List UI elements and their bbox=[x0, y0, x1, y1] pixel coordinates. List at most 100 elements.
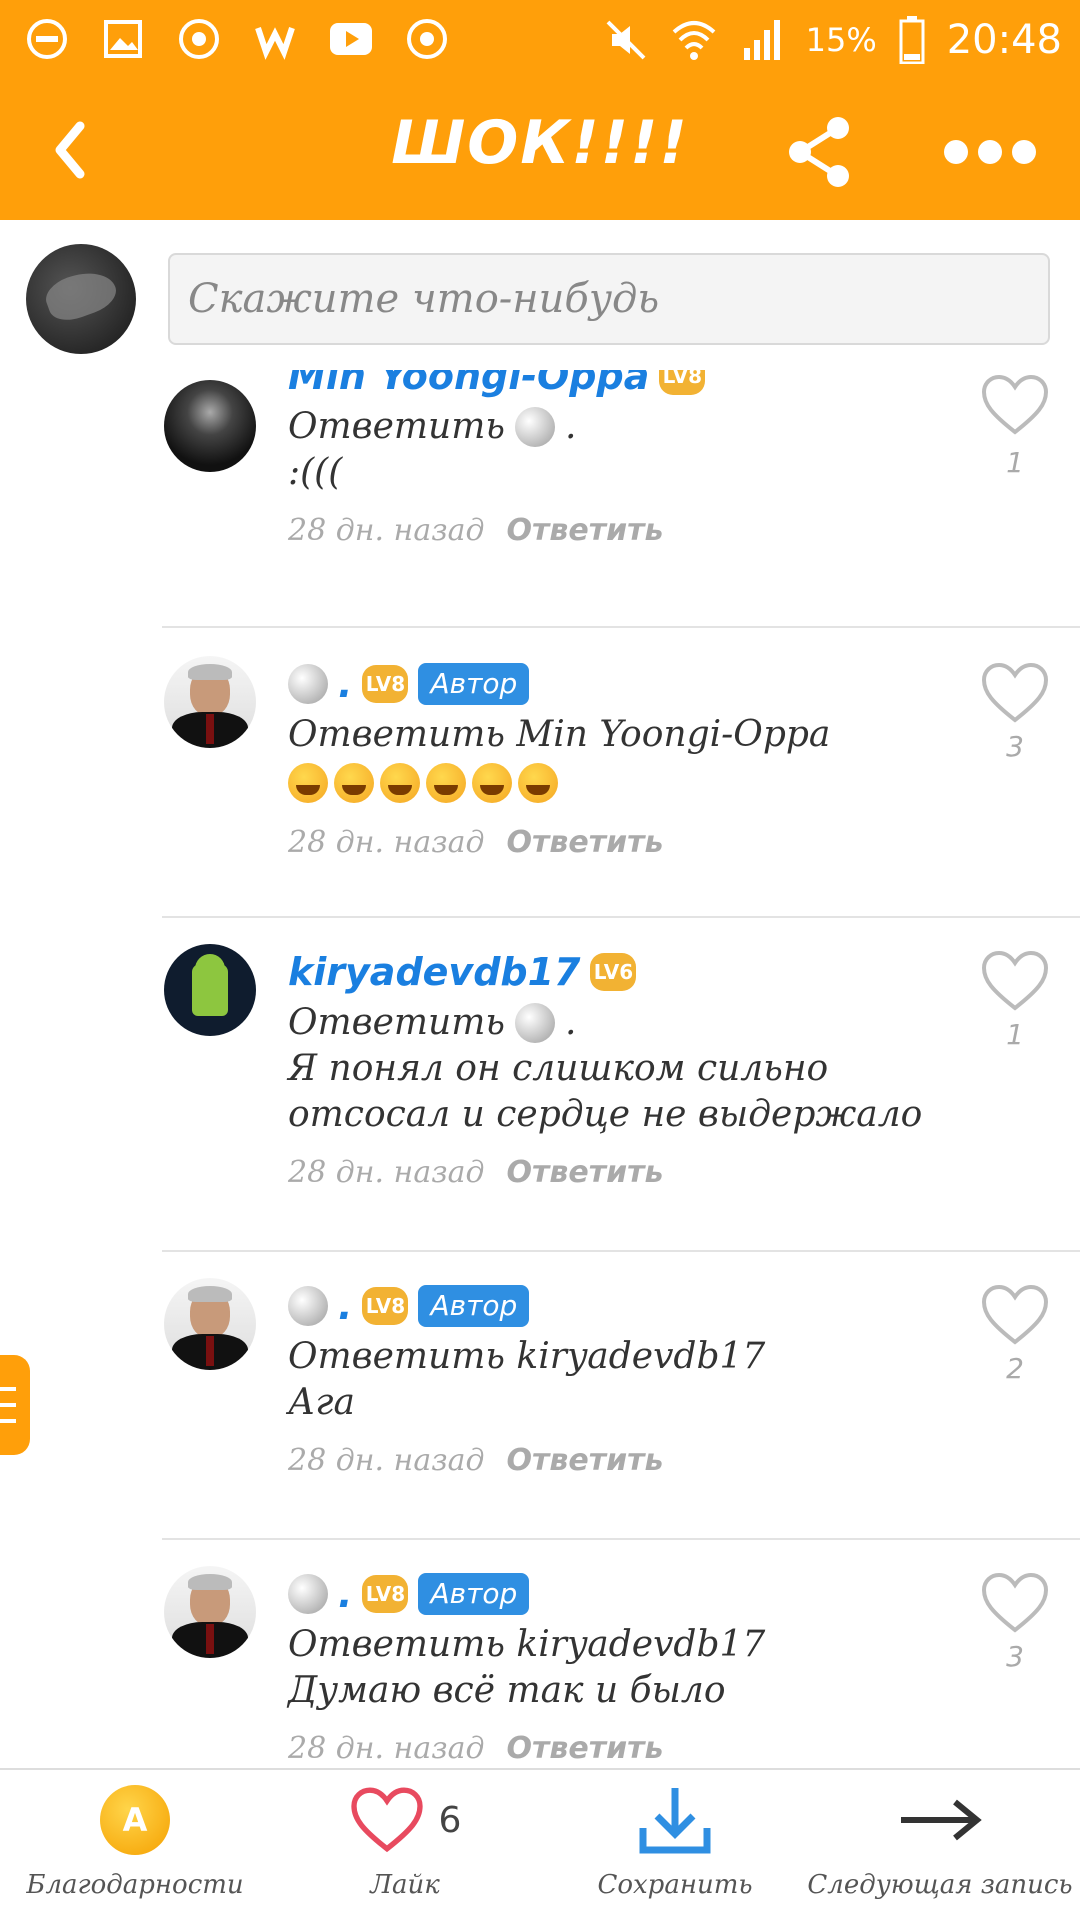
my-avatar[interactable] bbox=[26, 244, 136, 354]
bottom-action-bar: A Благодарности 6 Лайк Сохранить Следующ… bbox=[0, 1768, 1080, 1922]
heart-icon[interactable] bbox=[980, 662, 1050, 724]
thanks-button[interactable]: A Благодарности bbox=[26, 1770, 244, 1922]
level-badge: LV8 bbox=[362, 1287, 409, 1325]
author-badge: Автор bbox=[418, 1285, 530, 1327]
crying-emoji-icon bbox=[334, 763, 374, 803]
crying-emoji-icon bbox=[472, 763, 512, 803]
side-drawer-handle[interactable] bbox=[0, 1355, 30, 1455]
coin-icon: A bbox=[100, 1785, 170, 1855]
like-count: 2 bbox=[1006, 1352, 1024, 1385]
reply-button[interactable]: Ответить bbox=[506, 513, 663, 548]
comment-text: Думаю всё так и было bbox=[288, 1670, 726, 1711]
reply-prefix: Ответить bbox=[288, 1002, 505, 1043]
divider bbox=[162, 1538, 1080, 1540]
youtube-icon bbox=[326, 14, 376, 64]
comment-time: 28 дн. назад bbox=[288, 1731, 485, 1766]
crying-emoji-icon bbox=[380, 763, 420, 803]
page-title: ШОК!!!! bbox=[391, 108, 689, 178]
status-bar: 15% 20:48 bbox=[0, 0, 1080, 80]
battery-percent: 15% bbox=[805, 21, 877, 59]
level-badge: LV8 bbox=[659, 370, 706, 395]
wifi-icon bbox=[672, 21, 715, 60]
battery-icon bbox=[899, 16, 925, 64]
comment-text: Ответить kiryadevdb17 bbox=[288, 1336, 766, 1377]
chrome-icon bbox=[174, 14, 224, 64]
download-icon bbox=[639, 1788, 711, 1854]
comment-time: 28 дн. назад bbox=[288, 513, 485, 548]
w-app-icon bbox=[250, 14, 300, 64]
thanks-label: Благодарности bbox=[26, 1870, 244, 1900]
clock: 20:48 bbox=[946, 17, 1062, 63]
moon-emoji-icon bbox=[288, 1574, 328, 1614]
comment-text: отсосал и сердце не выдержало bbox=[288, 1094, 923, 1135]
save-label: Сохранить bbox=[597, 1870, 753, 1900]
comment-time: 28 дн. назад bbox=[288, 1443, 485, 1478]
comment-time: 28 дн. назад bbox=[288, 825, 485, 860]
reply-button[interactable]: Ответить bbox=[506, 1731, 663, 1766]
heart-icon[interactable] bbox=[980, 374, 1050, 436]
level-badge: LV6 bbox=[590, 953, 637, 991]
like-button[interactable]: 6 Лайк bbox=[320, 1770, 490, 1922]
heart-icon bbox=[350, 1787, 423, 1853]
avatar[interactable] bbox=[164, 656, 256, 748]
level-badge: LV8 bbox=[362, 1575, 409, 1613]
save-button[interactable]: Сохранить bbox=[590, 1770, 760, 1922]
comment-text: Я понял он слишком сильно bbox=[288, 1048, 829, 1089]
crying-emoji-icon bbox=[426, 763, 466, 803]
heart-icon[interactable] bbox=[980, 950, 1050, 1012]
app-bar: ШОК!!!! bbox=[0, 80, 1080, 220]
moon-emoji-icon bbox=[288, 664, 328, 704]
avatar[interactable] bbox=[164, 1278, 256, 1370]
reply-button[interactable]: Ответить bbox=[506, 1443, 663, 1478]
signal-icon bbox=[743, 20, 780, 60]
comment-text: Ага bbox=[288, 1382, 355, 1423]
comment-list[interactable]: Min Yoongi-Oppa LV8 Ответить . :((( 28 д… bbox=[0, 370, 1080, 1770]
like-count: 1 bbox=[1006, 446, 1024, 479]
next-label: Следующая запись bbox=[807, 1870, 1073, 1900]
notification-icons bbox=[22, 14, 452, 64]
moon-emoji-icon bbox=[288, 1286, 328, 1326]
reply-button[interactable]: Ответить bbox=[506, 825, 663, 860]
share-button[interactable] bbox=[780, 112, 860, 192]
crying-emoji-icon bbox=[288, 763, 328, 803]
like-label: Лайк bbox=[370, 1870, 440, 1900]
reply-button[interactable]: Ответить bbox=[506, 1155, 663, 1190]
avatar[interactable] bbox=[164, 1566, 256, 1658]
chrome-icon-2 bbox=[402, 14, 452, 64]
mute-icon bbox=[606, 20, 646, 60]
moon-emoji-icon bbox=[514, 1003, 555, 1043]
avatar[interactable] bbox=[164, 380, 256, 472]
username[interactable]: kiryadevdb17 bbox=[288, 944, 580, 1000]
compose-row: Скажите что-нибудь bbox=[0, 220, 1080, 370]
comment-input[interactable]: Скажите что-нибудь bbox=[168, 253, 1050, 345]
post-like-count: 6 bbox=[438, 1799, 462, 1841]
comment-text: Ответить kiryadevdb17 bbox=[288, 1624, 766, 1665]
like-count: 3 bbox=[1006, 1640, 1024, 1673]
crying-emoji-icon bbox=[518, 763, 558, 803]
reply-prefix: Ответить bbox=[288, 406, 505, 447]
comment-time: 28 дн. назад bbox=[288, 1155, 485, 1190]
comment-text: Ответить Min Yoongi-Oppa bbox=[288, 714, 831, 755]
arrow-right-icon bbox=[901, 1799, 982, 1841]
divider bbox=[162, 1250, 1080, 1252]
like-count: 3 bbox=[1006, 730, 1024, 763]
dnd-icon bbox=[22, 14, 72, 64]
username[interactable]: Min Yoongi-Oppa bbox=[288, 370, 649, 404]
heart-icon[interactable] bbox=[980, 1284, 1050, 1346]
next-post-button[interactable]: Следующая запись bbox=[807, 1770, 1073, 1922]
comment-text: :((( bbox=[288, 452, 343, 493]
gallery-icon bbox=[98, 14, 148, 64]
author-badge: Автор bbox=[418, 1573, 530, 1615]
divider bbox=[162, 626, 1080, 628]
system-icons: 15% 20:48 bbox=[604, 10, 1062, 70]
crying-emojis bbox=[288, 758, 968, 808]
more-options-button[interactable] bbox=[940, 132, 1040, 172]
heart-icon[interactable] bbox=[980, 1572, 1050, 1634]
share-icon bbox=[789, 117, 849, 187]
moon-emoji-icon bbox=[514, 407, 555, 447]
avatar[interactable] bbox=[164, 944, 256, 1036]
like-count: 1 bbox=[1006, 1018, 1024, 1051]
level-badge: LV8 bbox=[362, 665, 409, 703]
author-badge: Автор bbox=[418, 663, 530, 705]
more-dots-icon bbox=[944, 140, 1036, 164]
